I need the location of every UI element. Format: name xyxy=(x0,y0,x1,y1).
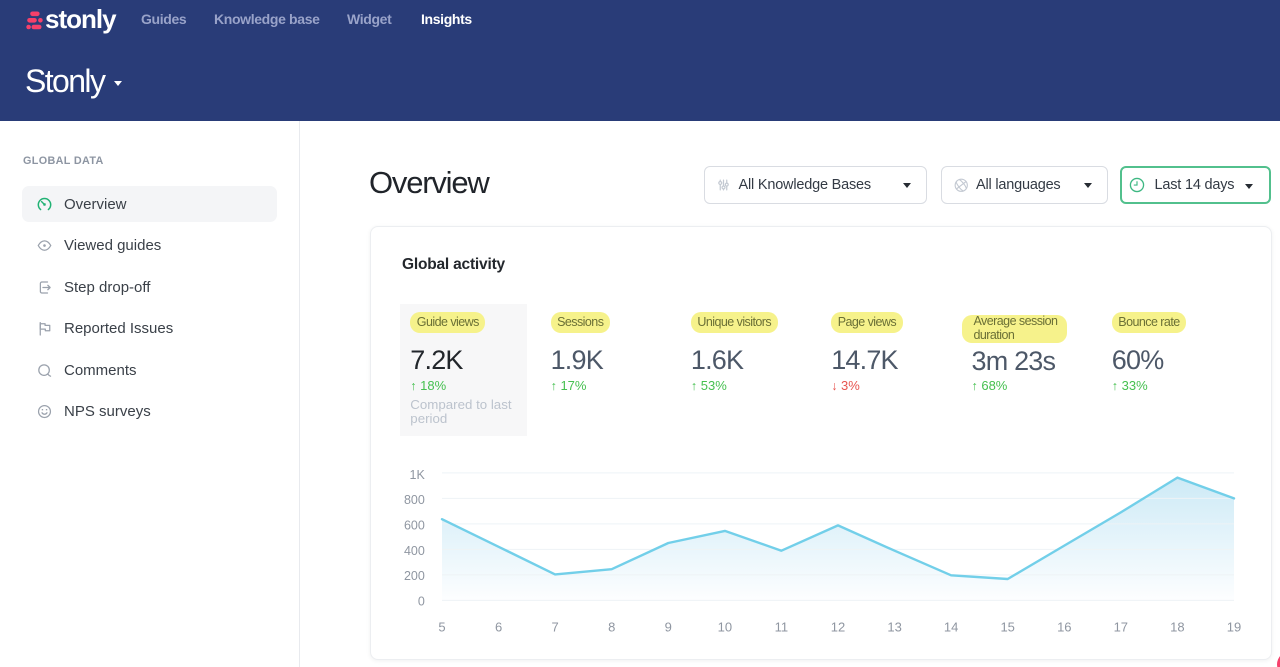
svg-text:17: 17 xyxy=(1114,620,1128,635)
svg-text:8: 8 xyxy=(608,620,615,635)
svg-text:400: 400 xyxy=(404,544,425,558)
svg-text:5: 5 xyxy=(438,620,445,635)
svg-text:19: 19 xyxy=(1227,620,1241,635)
svg-text:16: 16 xyxy=(1057,620,1071,635)
svg-text:15: 15 xyxy=(1000,620,1014,635)
svg-text:0: 0 xyxy=(418,595,425,609)
svg-text:800: 800 xyxy=(404,493,425,507)
svg-text:13: 13 xyxy=(887,620,901,635)
svg-text:7: 7 xyxy=(551,620,558,635)
svg-text:18: 18 xyxy=(1170,620,1184,635)
svg-text:12: 12 xyxy=(831,620,845,635)
svg-text:200: 200 xyxy=(404,569,425,583)
svg-text:6: 6 xyxy=(495,620,502,635)
svg-text:9: 9 xyxy=(665,620,672,635)
svg-text:10: 10 xyxy=(718,620,732,635)
svg-text:14: 14 xyxy=(944,620,958,635)
svg-text:600: 600 xyxy=(404,519,425,533)
svg-text:1K: 1K xyxy=(410,468,426,482)
svg-text:11: 11 xyxy=(775,620,789,635)
